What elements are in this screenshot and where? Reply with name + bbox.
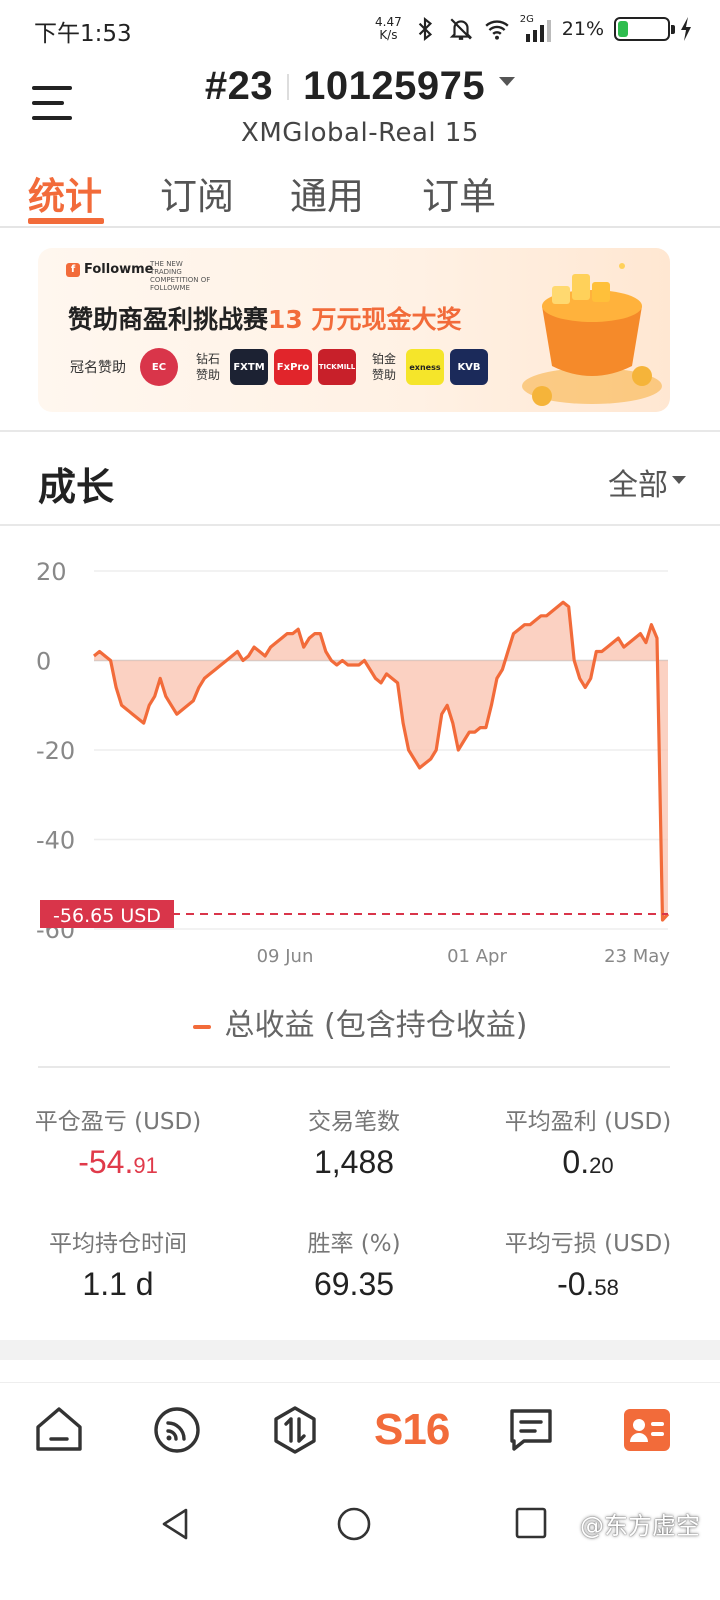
chevron-down-icon[interactable] <box>672 476 686 484</box>
avg-profit-value-main: 0. <box>562 1144 590 1180</box>
y-tick-label: -20 <box>36 737 75 765</box>
avg-loss-value: -0.58 <box>478 1266 698 1303</box>
chevron-down-icon <box>499 77 516 86</box>
win-rate-label: 胜率 (%) <box>307 1231 401 1257</box>
status-icons: 4.47 K/s 2G 21% <box>375 12 692 46</box>
avg-loss-value-fraction: 58 <box>594 1275 619 1300</box>
tab-subscribe[interactable]: 订阅 <box>160 166 234 220</box>
title-sponsor-label: 冠名赞助 <box>70 360 126 376</box>
avg-hold-time-value: 1.1 d <box>8 1266 228 1303</box>
bottom-nav: S16 <box>0 1382 720 1478</box>
y-tick-label: 0 <box>36 648 51 676</box>
avg-hold-time-value-main: 1.1 d <box>82 1266 154 1302</box>
avg-hold-time-label: 平均持仓时间 <box>49 1231 187 1257</box>
platinum-sponsor-label: 铂金赞助 <box>372 352 397 382</box>
closed-pnl-value-fraction: 91 <box>133 1153 158 1178</box>
series-line <box>92 600 670 922</box>
avg-profit-value-fraction: 20 <box>589 1153 614 1178</box>
tab-general[interactable]: 通用 <box>290 166 364 220</box>
battery-icon <box>614 17 675 41</box>
win-rate-value: 69.35 <box>244 1266 464 1303</box>
account-rank: #23 <box>204 64 274 108</box>
trophy-illustration <box>522 263 662 406</box>
closed-pnl-label: 平仓盈亏 (USD) <box>34 1109 202 1135</box>
charging-icon <box>681 17 691 41</box>
cell-signal-icon: 2G <box>520 14 552 42</box>
status-time: 下午1:53 <box>34 21 132 47</box>
mute-bell-icon <box>449 18 473 40</box>
feed-icon[interactable] <box>152 1405 202 1455</box>
sponsor-logo-tickmill: TICKMILL <box>318 349 356 385</box>
x-tick-label: 01 Apr <box>447 946 507 967</box>
avg-loss-value-main: -0. <box>557 1266 595 1302</box>
avg-profit-value: 0.20 <box>478 1144 698 1181</box>
closed-pnl-value-main: -54. <box>78 1144 134 1180</box>
back-icon[interactable] <box>156 1504 196 1544</box>
sponsor-row: 冠名赞助 EC 钻石赞助 FXTM FxPro TICKMILL 铂金赞助 ex… <box>70 348 488 386</box>
battery-percent: 21% <box>561 18 604 40</box>
avg-loss-label: 平均亏损 (USD) <box>504 1231 672 1257</box>
section-divider <box>0 430 720 432</box>
section-gap <box>0 1340 720 1360</box>
bluetooth-icon <box>418 16 432 42</box>
trade-count-value-main: 1,488 <box>313 1144 395 1180</box>
watermark: @东方虚空 <box>580 1512 700 1540</box>
banner-title-prefix: 赞助商盈利挑战赛 <box>68 305 269 334</box>
x-tick-label: 09 Jun <box>257 946 314 967</box>
sponsor-logo-exness: exness <box>406 349 444 385</box>
tab-stats[interactable]: 统计 <box>28 166 102 220</box>
diamond-sponsor-label: 钻石赞助 <box>196 352 221 382</box>
recents-icon[interactable] <box>512 1504 552 1544</box>
account-selector[interactable]: #23 10125975 <box>0 64 720 109</box>
net-speed: 4.47 K/s <box>375 16 402 42</box>
x-tick-label: 23 May <box>604 946 670 967</box>
series-area <box>94 602 668 920</box>
growth-chart: 200-20-40-6009 Jun 01 Apr 23 May-56.65 USD <box>36 558 670 967</box>
battery-fill <box>618 21 628 37</box>
win-rate-value-main: 69.35 <box>313 1266 395 1302</box>
sponsor-logo-kvb: KVB <box>450 349 488 385</box>
promo-banner[interactable]: f Followme THE NEW TRADING COMPETITION OF… <box>38 248 670 412</box>
sponsor-logo-ec: EC <box>140 348 178 386</box>
s16-competition-button[interactable]: S16 <box>374 1405 450 1455</box>
home-circle-icon[interactable] <box>334 1504 374 1544</box>
wifi-icon <box>485 20 509 40</box>
home-icon[interactable] <box>34 1405 84 1455</box>
legend-label: 总收益 (包含持仓收益) <box>224 1008 528 1043</box>
y-tick-label: -40 <box>36 827 75 855</box>
profile-card-icon[interactable] <box>622 1405 672 1455</box>
closed-pnl-value: -54.91 <box>8 1144 228 1181</box>
system-nav-bar: @东方虚空 <box>0 1478 720 1600</box>
section-divider <box>38 1066 670 1068</box>
growth-range-dropdown[interactable]: 全部 <box>608 460 668 504</box>
account-server: XMGlobal-Real 15 <box>241 118 479 148</box>
banner-title: 赞助商盈利挑战赛13 万元现金大奖 <box>68 300 462 336</box>
sponsor-logo-fxtm: FXTM <box>230 349 268 385</box>
account-number: 10125975 <box>303 64 486 108</box>
avg-profit-label: 平均盈利 (USD) <box>504 1109 672 1135</box>
followme-logo: f Followme <box>66 262 154 277</box>
tab-orders[interactable]: 订单 <box>422 166 496 220</box>
tab-bar: 统计 订阅 通用 订单 <box>0 160 720 228</box>
banner-brand: Followme <box>84 262 154 277</box>
net-speed-unit: K/s <box>379 28 398 42</box>
section-divider <box>0 524 720 526</box>
message-icon[interactable] <box>506 1405 556 1455</box>
status-bar: 下午1:53 4.47 K/s 2G 21% <box>0 0 720 56</box>
trade-icon[interactable] <box>270 1405 320 1455</box>
growth-title: 成长 <box>38 465 115 509</box>
y-tick-label: 20 <box>36 558 67 586</box>
competition-caption: THE NEW TRADING COMPETITION OF FOLLOWME <box>150 260 211 292</box>
legend-swatch <box>192 1024 211 1029</box>
chart-legend: 总收益 (包含持仓收益) <box>0 1000 720 1044</box>
trade-count-value: 1,488 <box>244 1144 464 1181</box>
sponsor-logo-fxpro: FxPro <box>274 349 312 385</box>
banner-title-highlight: 13 万元现金大奖 <box>268 305 462 334</box>
trade-count-label: 交易笔数 <box>308 1109 400 1135</box>
current-value-label: -56.65 USD <box>53 905 161 927</box>
tab-active-indicator <box>28 218 104 224</box>
